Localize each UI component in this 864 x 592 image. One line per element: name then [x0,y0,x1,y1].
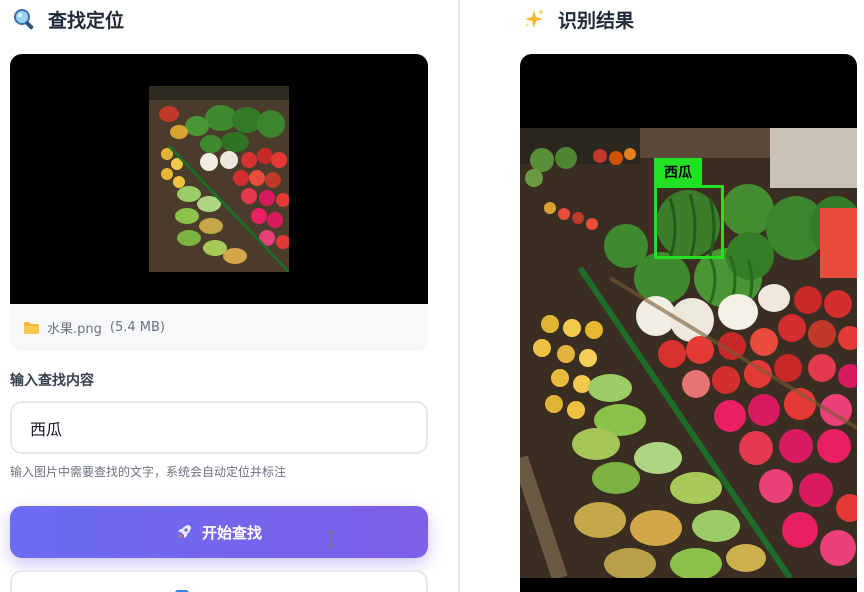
query-hint: 输入图片中需要查找的文字，系统会自动定位并标注 [10,465,287,479]
search-panel: 查找定位 水果.png (5.4 MB) 输入查找内容 西瓜 输入图片中需要查找… [0,0,459,592]
folder-icon [24,321,39,334]
detection-box [654,185,724,259]
sparkles-icon [525,9,544,28]
file-name: 水果.png [47,322,102,337]
result-image-frame: 西瓜 [520,54,857,592]
search-panel-header: 查找定位 [12,6,124,32]
app-window: 查找定位 水果.png (5.4 MB) 输入查找内容 西瓜 输入图片中需要查找… [0,0,864,592]
search-panel-title: 查找定位 [48,9,125,32]
file-size: (5.4 MB) [109,320,165,335]
image-preview[interactable]: 水果.png (5.4 MB) [10,54,428,351]
result-panel: 识别结果 西瓜 [460,0,864,592]
secondary-button[interactable] [10,570,428,592]
magnifier-icon [14,9,34,30]
file-info: 水果.png (5.4 MB) [24,318,165,337]
result-panel-title: 识别结果 [558,9,635,32]
fruit-thumbnail [149,86,289,272]
start-search-label: 开始查找 [201,523,262,542]
detection-label: 西瓜 [654,158,702,185]
query-label: 输入查找内容 [10,373,94,389]
result-panel-header: 识别结果 [522,6,634,32]
preview-canvas [10,54,428,304]
rocket-icon [177,525,191,538]
query-input[interactable] [10,401,428,454]
start-search-button[interactable]: 开始查找 [10,506,428,558]
text-cursor-icon [328,531,334,547]
